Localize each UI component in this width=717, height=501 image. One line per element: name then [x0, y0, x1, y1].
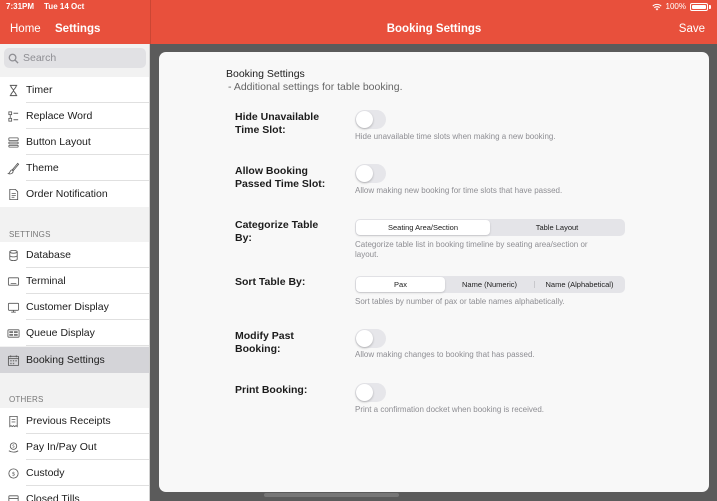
terminal-icon [7, 276, 19, 286]
segment-table-layout[interactable]: Table Layout [490, 220, 624, 235]
notification-doc-icon [8, 188, 18, 200]
receipt-icon [8, 415, 18, 427]
search-bar[interactable] [4, 48, 146, 68]
sidebar-item-label: Database [26, 249, 71, 261]
print-booking-toggle[interactable] [355, 383, 386, 402]
section-title: Booking Settings [226, 68, 305, 80]
sidebar-item-theme[interactable]: Theme [0, 155, 149, 181]
settings-sidebar: Timer Replace Word Button Layout Theme O… [0, 44, 150, 501]
sidebar-item-order-notification[interactable]: Order Notification [0, 181, 149, 207]
sidebar-item-replace-word[interactable]: Replace Word [0, 103, 149, 129]
allow-passed-toggle[interactable] [355, 164, 386, 183]
sidebar-item-label: Customer Display [26, 301, 109, 313]
toggle-knob [356, 330, 373, 347]
sidebar-item-customer-display[interactable]: Customer Display [0, 294, 149, 320]
sidebar-item-label: Custody [26, 467, 65, 479]
categorize-segmented-control[interactable]: Seating Area/Section Table Layout [355, 219, 625, 236]
sidebar-item-label: Replace Word [26, 110, 93, 122]
custody-icon: $ [7, 467, 19, 479]
sidebar-item-label: Booking Settings [26, 354, 105, 366]
sidebar-item-database[interactable]: Database [0, 242, 149, 268]
page-title: Booking Settings [386, 23, 482, 35]
sort-label: Sort Table By: [235, 276, 306, 288]
sidebar-item-booking-settings[interactable]: Booking Settings [0, 347, 149, 373]
search-input[interactable] [23, 52, 143, 64]
replace-word-icon [7, 110, 18, 122]
categorize-label: Categorize Table By: [235, 219, 319, 244]
home-button[interactable]: Home [10, 23, 41, 35]
booking-settings-card: Booking Settings - Additional settings f… [159, 52, 709, 492]
section-subtitle: - Additional settings for table booking. [228, 81, 403, 93]
sidebar-item-queue-display[interactable]: Queue Display [0, 320, 149, 346]
toggle-knob [356, 165, 373, 182]
customer-display-icon [7, 302, 19, 313]
home-indicator [264, 493, 399, 497]
segment-pax[interactable]: Pax [356, 277, 445, 292]
print-booking-label: Print Booking: [235, 384, 308, 396]
sidebar-item-timer[interactable]: Timer [0, 77, 149, 103]
sidebar-item-label: Theme [26, 162, 59, 174]
wifi-icon [651, 3, 662, 10]
sidebar-item-label: Closed Tills [26, 493, 80, 501]
sidebar-item-label: Order Notification [26, 188, 108, 200]
paint-brush-icon [6, 162, 19, 174]
save-button[interactable]: Save [679, 23, 705, 35]
toggle-knob [356, 384, 373, 401]
segment-name-numeric[interactable]: Name (Numeric) [445, 277, 534, 292]
svg-text:$: $ [12, 443, 15, 448]
modify-past-label: Modify Past Booking: [235, 330, 294, 355]
sidebar-item-label: Pay In/Pay Out [26, 441, 97, 453]
segment-name-alphabetical[interactable]: Name (Alphabetical) [535, 277, 624, 292]
closed-tills-icon [7, 494, 19, 501]
allow-passed-description: Allow making new booking for time slots … [355, 186, 563, 195]
queue-display-icon [7, 328, 19, 338]
hourglass-icon [9, 84, 17, 96]
pay-in-out-icon: $ [8, 441, 18, 453]
main-content: Booking Settings - Additional settings f… [151, 44, 717, 501]
button-layout-icon [7, 136, 19, 148]
status-bar-right: 100% [651, 2, 711, 11]
sidebar-item-terminal[interactable]: Terminal [0, 268, 149, 294]
hide-unavailable-label: Hide Unavailable Time Slot: [235, 111, 320, 136]
settings-title: Settings [55, 23, 101, 35]
battery-percent: 100% [665, 2, 686, 11]
calendar-icon [7, 354, 19, 366]
categorize-description: Categorize table list in booking timelin… [355, 240, 588, 259]
toggle-knob [356, 111, 373, 128]
sidebar-item-label: Button Layout [26, 136, 91, 148]
battery-icon [690, 2, 708, 11]
status-date: Tue 14 Oct [44, 2, 85, 11]
section-header-others: OTHERS [9, 395, 44, 404]
sidebar-item-closed-tills[interactable]: Closed Tills [0, 486, 149, 501]
modify-past-toggle[interactable] [355, 329, 386, 348]
sidebar-item-previous-receipts[interactable]: Previous Receipts [0, 408, 149, 434]
sidebar-item-label: Queue Display [26, 327, 95, 339]
sort-segmented-control[interactable]: Pax Name (Numeric) Name (Alphabetical) [355, 276, 625, 293]
modify-past-description: Allow making changes to booking that has… [355, 350, 535, 359]
search-icon [8, 53, 19, 64]
top-navigation-bar: 7:31PM Tue 14 Oct 100% Home Settings Book… [0, 0, 717, 44]
sidebar-item-button-layout[interactable]: Button Layout [0, 129, 149, 155]
sidebar-item-custody[interactable]: $ Custody [0, 460, 149, 486]
sidebar-item-pay-in-pay-out[interactable]: $ Pay In/Pay Out [0, 434, 149, 460]
header-divider [150, 0, 151, 44]
hide-unavailable-description: Hide unavailable time slots when making … [355, 132, 556, 141]
sidebar-item-label: Terminal [26, 275, 66, 287]
hide-unavailable-toggle[interactable] [355, 110, 386, 129]
status-time: 7:31PM [6, 2, 35, 11]
sort-description: Sort tables by number of pax or table na… [355, 297, 565, 306]
sidebar-item-label: Timer [26, 84, 53, 96]
allow-passed-label: Allow Booking Passed Time Slot: [235, 165, 326, 190]
segment-seating-area[interactable]: Seating Area/Section [356, 220, 490, 235]
section-header-settings: SETTINGS [9, 230, 51, 239]
sidebar-item-label: Previous Receipts [26, 415, 111, 427]
svg-text:$: $ [11, 471, 15, 477]
database-icon [8, 249, 18, 261]
print-booking-description: Print a confirmation docket when booking… [355, 405, 544, 414]
status-bar-left: 7:31PM Tue 14 Oct [6, 2, 94, 11]
